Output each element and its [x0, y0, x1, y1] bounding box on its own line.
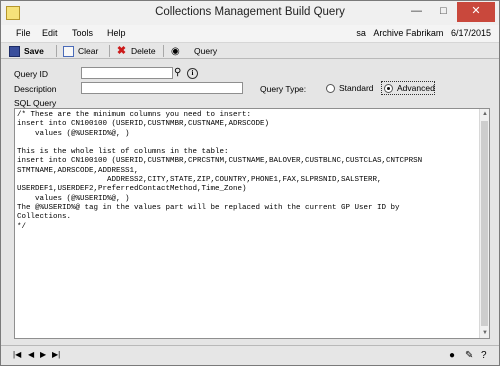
- menu-tools[interactable]: Tools: [72, 28, 93, 38]
- advanced-radio[interactable]: [384, 84, 393, 93]
- query-id-input[interactable]: [81, 67, 173, 79]
- save-button[interactable]: Save: [9, 44, 44, 58]
- app-window: Collections Management Build Query — □ ✕…: [0, 0, 500, 366]
- save-label: Save: [24, 46, 44, 56]
- first-record-button[interactable]: |◀: [13, 350, 21, 360]
- binoculars-icon: ◉: [171, 45, 180, 57]
- menu-help[interactable]: Help: [107, 28, 126, 38]
- maximize-button[interactable]: □: [430, 2, 457, 22]
- save-icon: [9, 45, 20, 57]
- description-label: Description: [14, 84, 57, 94]
- delete-icon: ✖: [116, 44, 127, 57]
- help-icon[interactable]: ?: [481, 350, 492, 361]
- lookup-icon[interactable]: ⚲: [174, 68, 185, 79]
- toolbar-separator: [109, 45, 110, 57]
- note-icon[interactable]: ✎: [465, 350, 476, 361]
- sql-query-textarea[interactable]: /* These are the minimum columns you nee…: [14, 108, 490, 339]
- toolbar-separator: [163, 45, 164, 57]
- user-date: 6/17/2015: [450, 28, 491, 38]
- query-id-label: Query ID: [14, 69, 49, 79]
- delete-label: Delete: [131, 46, 156, 56]
- standard-radio[interactable]: [326, 84, 335, 93]
- query-label: Query: [194, 46, 218, 56]
- previous-record-button[interactable]: ◀: [28, 350, 34, 360]
- sql-query-label: SQL Query: [14, 98, 57, 108]
- close-button[interactable]: ✕: [457, 2, 495, 22]
- menu-edit[interactable]: Edit: [42, 28, 58, 38]
- next-record-button[interactable]: ▶: [40, 350, 46, 360]
- user-info: sa Archive Fabrikam 6/17/2015: [351, 28, 491, 38]
- menu-file[interactable]: File: [16, 28, 31, 38]
- last-record-button[interactable]: ▶|: [52, 350, 60, 360]
- title-bar: Collections Management Build Query — □ ✕: [1, 1, 499, 25]
- user-name: sa: [356, 28, 366, 38]
- advanced-radio-label: Advanced: [397, 83, 435, 93]
- info-icon[interactable]: i: [187, 68, 198, 79]
- toolbar: Save Clear ✖ Delete ◉ Query: [1, 43, 499, 59]
- clear-label: Clear: [78, 46, 99, 56]
- clear-button[interactable]: Clear: [63, 44, 98, 58]
- standard-radio-label: Standard: [339, 83, 374, 93]
- vertical-scrollbar[interactable]: ▲ ▼: [479, 109, 489, 338]
- query-button[interactable]: ◉ Query: [171, 44, 217, 58]
- app-icon: [6, 6, 20, 20]
- clear-icon: [63, 45, 74, 57]
- bottom-bar: |◀ ◀ ▶ ▶| ● ✎ ?: [1, 345, 499, 365]
- description-input[interactable]: [81, 82, 243, 94]
- scroll-up-icon[interactable]: ▲: [480, 109, 489, 119]
- toolbar-separator: [56, 45, 57, 57]
- lightbulb-icon[interactable]: ●: [449, 350, 460, 361]
- scroll-thumb[interactable]: [481, 121, 488, 326]
- query-type-label: Query Type:: [260, 84, 307, 94]
- company-name: Archive Fabrikam: [373, 28, 444, 38]
- window-title: Collections Management Build Query: [155, 6, 345, 18]
- sql-query-text: /* These are the minimum columns you nee…: [17, 111, 423, 231]
- minimize-button[interactable]: —: [403, 2, 430, 22]
- scroll-down-icon[interactable]: ▼: [480, 328, 489, 338]
- menu-bar: File Edit Tools Help sa Archive Fabrikam…: [1, 25, 499, 43]
- delete-button[interactable]: ✖ Delete: [116, 44, 156, 58]
